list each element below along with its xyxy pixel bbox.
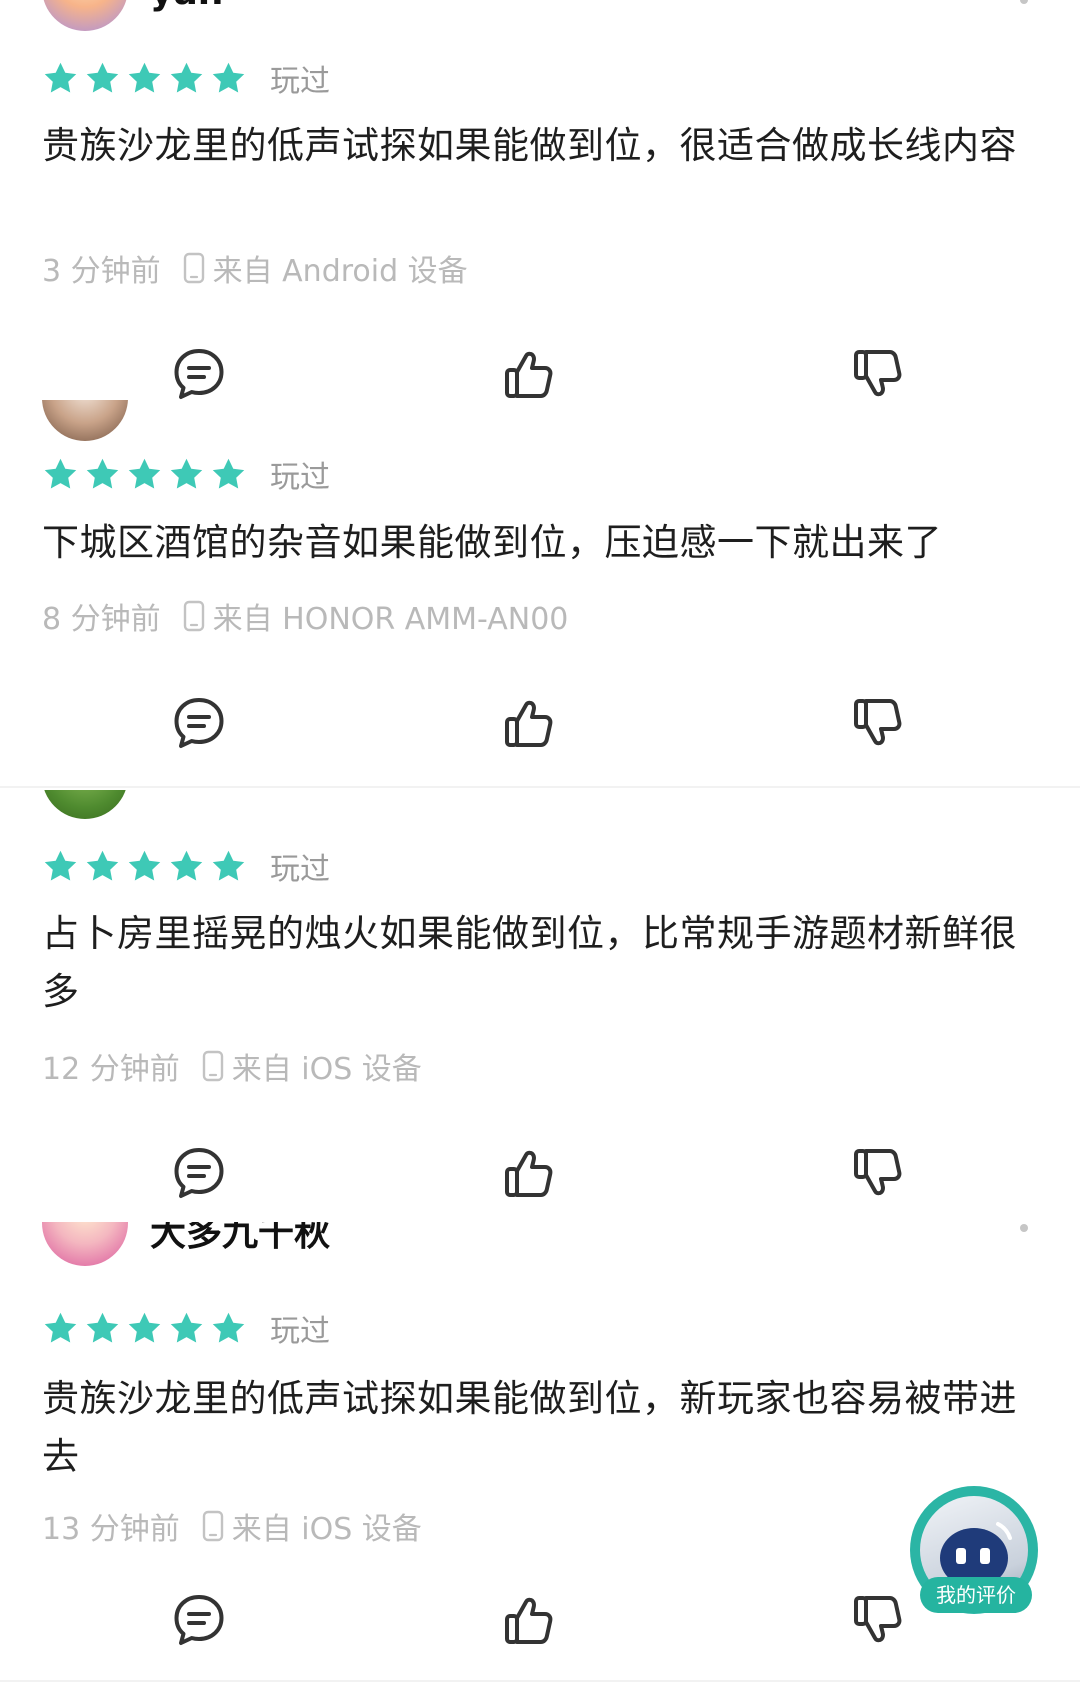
thumbs-down-icon xyxy=(854,1596,902,1643)
star-icon xyxy=(86,1312,119,1343)
more-dot-icon[interactable] xyxy=(1020,1224,1028,1232)
phone-icon xyxy=(183,252,204,284)
thumbs-down-icon xyxy=(854,350,902,397)
review-content[interactable]: 贵族沙龙里的低声试探如果能做到位，很适合做成长线内容 xyxy=(42,117,1032,175)
review-actions xyxy=(0,1143,1080,1203)
comment-button[interactable] xyxy=(169,344,229,400)
review-actions xyxy=(0,693,1080,753)
star-icon xyxy=(86,458,119,489)
star-icon xyxy=(128,850,161,881)
star-icon xyxy=(170,1312,203,1343)
review-meta: 8 分钟前 来自 HONOR AMM-AN00 xyxy=(42,596,569,637)
comment-bubble-icon xyxy=(174,1595,224,1645)
review-time: 13 分钟前 xyxy=(42,1512,180,1547)
rating-row: 玩过 xyxy=(42,846,330,887)
like-button[interactable] xyxy=(501,693,561,753)
dislike-button[interactable] xyxy=(850,1143,910,1203)
thumbs-up-icon xyxy=(505,1150,553,1197)
star-icon xyxy=(212,62,245,93)
comment-bubble-icon xyxy=(174,698,224,748)
star-icon xyxy=(212,458,245,489)
star-icon xyxy=(44,458,77,489)
phone-icon xyxy=(202,1050,223,1082)
review-card: 玩过 下城区酒馆的杂音如果能做到位，压迫感一下就出来了 8 分钟前 来自 HON… xyxy=(0,400,1080,788)
review-content[interactable]: 下城区酒馆的杂音如果能做到位，压迫感一下就出来了 xyxy=(42,514,1032,572)
thumbs-down-icon xyxy=(854,699,902,746)
review-device: 来自 iOS 设备 xyxy=(231,1512,422,1547)
thumbs-up-icon xyxy=(505,351,553,398)
review-device: 来自 Android 设备 xyxy=(212,254,468,289)
review-meta: 12 分钟前 来自 iOS 设备 xyxy=(42,1046,422,1087)
dislike-button[interactable] xyxy=(850,1590,910,1650)
phone-icon xyxy=(183,600,204,632)
rating-row: 玩过 xyxy=(42,1308,330,1349)
rating-row: 玩过 xyxy=(42,454,330,495)
review-card: yan 玩过 贵族沙龙里的低声试探如果能做到位，很适合做成长线内容 3 分钟前 … xyxy=(0,0,1080,400)
star-icon xyxy=(128,1312,161,1343)
played-status: 玩过 xyxy=(270,852,330,887)
username[interactable]: yan xyxy=(150,0,223,13)
avatar[interactable] xyxy=(42,1222,128,1266)
comment-button[interactable] xyxy=(169,693,229,753)
avatar[interactable] xyxy=(42,400,128,441)
review-meta: 13 分钟前 来自 iOS 设备 xyxy=(42,1506,422,1547)
review-content[interactable]: 贵族沙龙里的低声试探如果能做到位，新玩家也容易被带进去 xyxy=(42,1370,1032,1486)
star-icon xyxy=(44,850,77,881)
divider xyxy=(0,1680,1080,1682)
comment-bubble-icon xyxy=(174,1148,224,1198)
comment-button[interactable] xyxy=(169,1143,229,1203)
review-card: 玩过 占卜房里摇晃的烛火如果能做到位，比常规手游题材新鲜很多 12 分钟前 来自… xyxy=(0,790,1080,1222)
star-icon xyxy=(86,62,119,93)
review-card: 大多九千秋 玩过 贵族沙龙里的低声试探如果能做到位，新玩家也容易被带进去 13 … xyxy=(0,1222,1080,1693)
star-icon xyxy=(44,1312,77,1343)
review-time: 12 分钟前 xyxy=(42,1052,180,1087)
review-content[interactable]: 占卜房里摇晃的烛火如果能做到位，比常规手游题材新鲜很多 xyxy=(42,905,1032,1021)
comment-bubble-icon xyxy=(174,349,224,399)
star-icon xyxy=(212,850,245,881)
review-device: 来自 iOS 设备 xyxy=(231,1052,422,1087)
thumbs-up-icon xyxy=(505,1597,553,1644)
star-icon xyxy=(212,1312,245,1343)
played-status: 玩过 xyxy=(270,1314,330,1349)
review-time: 8 分钟前 xyxy=(42,602,161,637)
my-review-floating-button[interactable]: 我的评价 xyxy=(910,1486,1040,1616)
review-meta: 3 分钟前 来自 Android 设备 xyxy=(42,248,468,289)
divider xyxy=(0,786,1080,788)
dislike-button[interactable] xyxy=(850,344,910,400)
star-icon xyxy=(128,458,161,489)
star-icon xyxy=(170,62,203,93)
like-button[interactable] xyxy=(501,1590,561,1650)
played-status: 玩过 xyxy=(270,64,330,99)
avatar[interactable] xyxy=(42,0,128,31)
review-device: 来自 HONOR AMM-AN00 xyxy=(212,602,569,637)
star-icon xyxy=(170,458,203,489)
my-review-label: 我的评价 xyxy=(920,1577,1032,1613)
phone-icon xyxy=(202,1510,223,1542)
username[interactable]: 大多九千秋 xyxy=(150,1222,330,1256)
rating-row: 玩过 xyxy=(42,58,330,99)
star-icon xyxy=(86,850,119,881)
dislike-button[interactable] xyxy=(850,693,910,753)
more-dot-icon[interactable] xyxy=(1020,0,1028,4)
star-icon xyxy=(128,62,161,93)
thumbs-up-icon xyxy=(505,700,553,747)
review-actions xyxy=(0,344,1080,400)
review-time: 3 分钟前 xyxy=(42,254,161,289)
star-icon xyxy=(44,62,77,93)
like-button[interactable] xyxy=(501,1143,561,1203)
thumbs-down-icon xyxy=(854,1149,902,1196)
comment-button[interactable] xyxy=(169,1590,229,1650)
played-status: 玩过 xyxy=(270,460,330,495)
avatar[interactable] xyxy=(42,790,128,819)
star-icon xyxy=(170,850,203,881)
like-button[interactable] xyxy=(501,344,561,400)
